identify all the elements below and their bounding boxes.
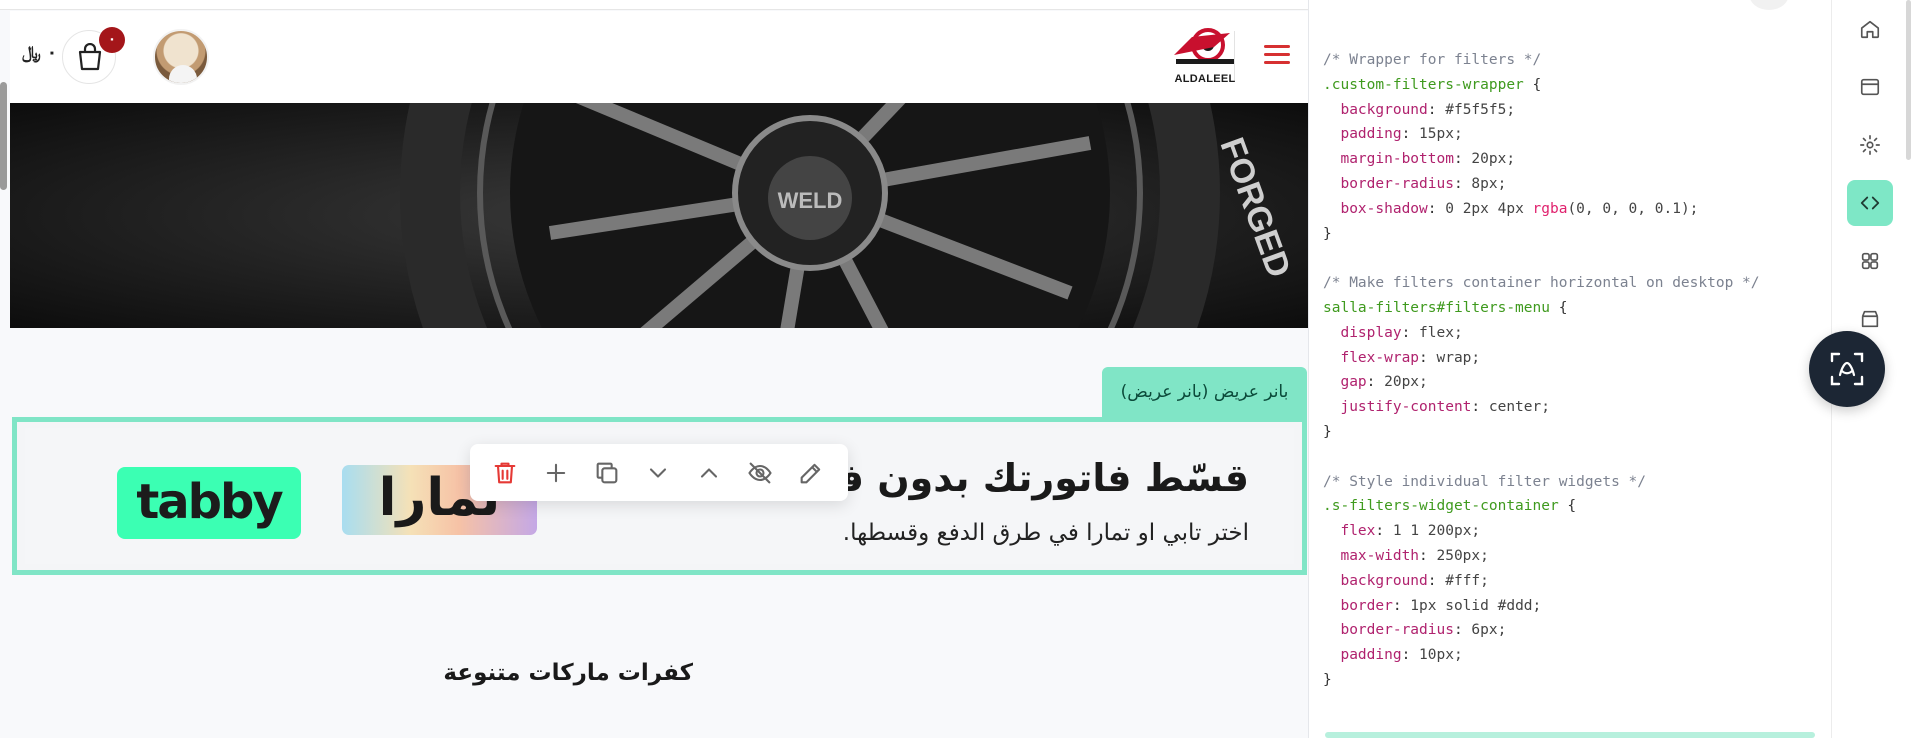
code-line: border-radius: 6px; bbox=[1323, 622, 1507, 639]
cart-total: ٠ ﷼ bbox=[22, 43, 58, 63]
code-line: background: #fff; bbox=[1323, 572, 1489, 589]
rail-code[interactable] bbox=[1847, 180, 1893, 226]
wheel-logo-icon bbox=[1174, 28, 1234, 64]
move-down-button[interactable] bbox=[644, 459, 672, 487]
code-line: padding: 10px; bbox=[1323, 647, 1463, 664]
hero-wheel-image: WELD FORGED bbox=[10, 103, 1308, 328]
code-icon bbox=[1860, 196, 1880, 210]
wheel-photo: WELD FORGED bbox=[10, 103, 1308, 328]
rail-apps[interactable] bbox=[1847, 238, 1893, 284]
code-line: salla-filters#filters-menu { bbox=[1323, 299, 1568, 316]
preview-scrollbar[interactable] bbox=[0, 82, 7, 190]
hide-button[interactable] bbox=[746, 459, 774, 487]
banner-subtitle: اختر تابي او تمارا في طرق الدفع وقسطها. bbox=[842, 520, 1249, 546]
svg-text:WELD: WELD bbox=[778, 188, 843, 213]
code-line: /* Make filters container horizontal on … bbox=[1323, 275, 1760, 292]
code-panel-topbar bbox=[1309, 0, 1831, 12]
banner-section-label[interactable]: بانر عريض (بانر عريض) bbox=[1102, 367, 1307, 417]
store-logo[interactable]: ALDALEEL bbox=[1170, 25, 1240, 91]
preview-top-edge bbox=[0, 0, 1308, 10]
css-code-editor[interactable]: /* Wrapper for filters */ .custom-filters… bbox=[1323, 48, 1760, 693]
code-line: /* Wrapper for filters */ bbox=[1323, 52, 1542, 68]
code-line: justify-content: center; bbox=[1323, 399, 1550, 416]
app-root: ALDALEEL ٠ ٠ ﷼ WELD FORGED بانر عريض (با… bbox=[0, 0, 1911, 738]
edit-button[interactable] bbox=[797, 459, 825, 487]
ai-assistant-button[interactable] bbox=[1809, 331, 1885, 407]
code-line: } bbox=[1323, 423, 1332, 440]
section-edit-toolbar bbox=[470, 444, 848, 501]
code-line: gap: 20px; bbox=[1323, 374, 1428, 391]
code-line: .s-filters-widget-container { bbox=[1323, 498, 1577, 515]
code-line: border: 1px solid #ddd; bbox=[1323, 597, 1542, 614]
move-up-button[interactable] bbox=[695, 459, 723, 487]
plus-icon bbox=[546, 463, 566, 483]
code-line: padding: 15px; bbox=[1323, 126, 1463, 143]
logo-name: ALDALEEL bbox=[1174, 73, 1236, 85]
rail-settings[interactable] bbox=[1847, 122, 1893, 168]
store-preview: ALDALEEL ٠ ٠ ﷼ WELD FORGED بانر عريض (با… bbox=[0, 0, 1308, 738]
apps-icon bbox=[1861, 252, 1879, 270]
code-line: box-shadow: 0 2px 4px rgba(0, 0, 0, 0.1)… bbox=[1323, 200, 1699, 217]
rail-home[interactable] bbox=[1847, 6, 1893, 52]
code-line: background: #f5f5f5; bbox=[1323, 101, 1516, 118]
menu-icon[interactable] bbox=[1262, 41, 1294, 69]
panel-close-icon[interactable] bbox=[1749, 0, 1789, 10]
code-line: } bbox=[1323, 671, 1332, 688]
code-line: flex-wrap: wrap; bbox=[1323, 349, 1481, 366]
tabby-logo: tabby bbox=[117, 467, 301, 539]
trash-icon bbox=[494, 462, 516, 484]
store-header: ALDALEEL ٠ ٠ ﷼ bbox=[10, 11, 1308, 103]
store-icon bbox=[1861, 310, 1879, 328]
cart-count-badge: ٠ bbox=[99, 27, 125, 53]
rail-layout[interactable] bbox=[1847, 64, 1893, 110]
duplicate-button[interactable] bbox=[593, 459, 621, 487]
save-bar[interactable] bbox=[1325, 732, 1815, 738]
pencil-icon bbox=[800, 463, 821, 484]
code-line: flex: 1 1 200px; bbox=[1323, 523, 1481, 540]
code-line: margin-bottom: 20px; bbox=[1323, 151, 1516, 168]
layout-icon bbox=[1860, 78, 1880, 96]
copy-icon bbox=[596, 462, 618, 484]
chevron-down-icon bbox=[649, 468, 667, 478]
section-heading-brands: كفرات ماركات متنوعة bbox=[443, 660, 693, 686]
code-line: /* Style individual filter widgets */ bbox=[1323, 473, 1647, 490]
scan-face-icon bbox=[1830, 352, 1864, 386]
shopping-bag-icon bbox=[78, 43, 102, 71]
rail-scrollbar[interactable] bbox=[1906, 0, 1911, 160]
chevron-up-icon bbox=[700, 468, 718, 478]
code-line: display: flex; bbox=[1323, 324, 1463, 341]
custom-css-panel: /* Wrapper for filters */ .custom-filters… bbox=[1308, 0, 1831, 738]
delete-button[interactable] bbox=[491, 459, 519, 487]
add-button[interactable] bbox=[542, 459, 570, 487]
gear-icon bbox=[1860, 135, 1880, 155]
user-avatar[interactable] bbox=[153, 29, 209, 85]
code-line: .custom-filters-wrapper { bbox=[1323, 76, 1542, 93]
code-line: } bbox=[1323, 225, 1332, 242]
code-line: border-radius: 8px; bbox=[1323, 175, 1507, 192]
code-line: max-width: 250px; bbox=[1323, 547, 1489, 564]
eye-off-icon bbox=[748, 462, 772, 484]
home-icon bbox=[1860, 20, 1880, 39]
